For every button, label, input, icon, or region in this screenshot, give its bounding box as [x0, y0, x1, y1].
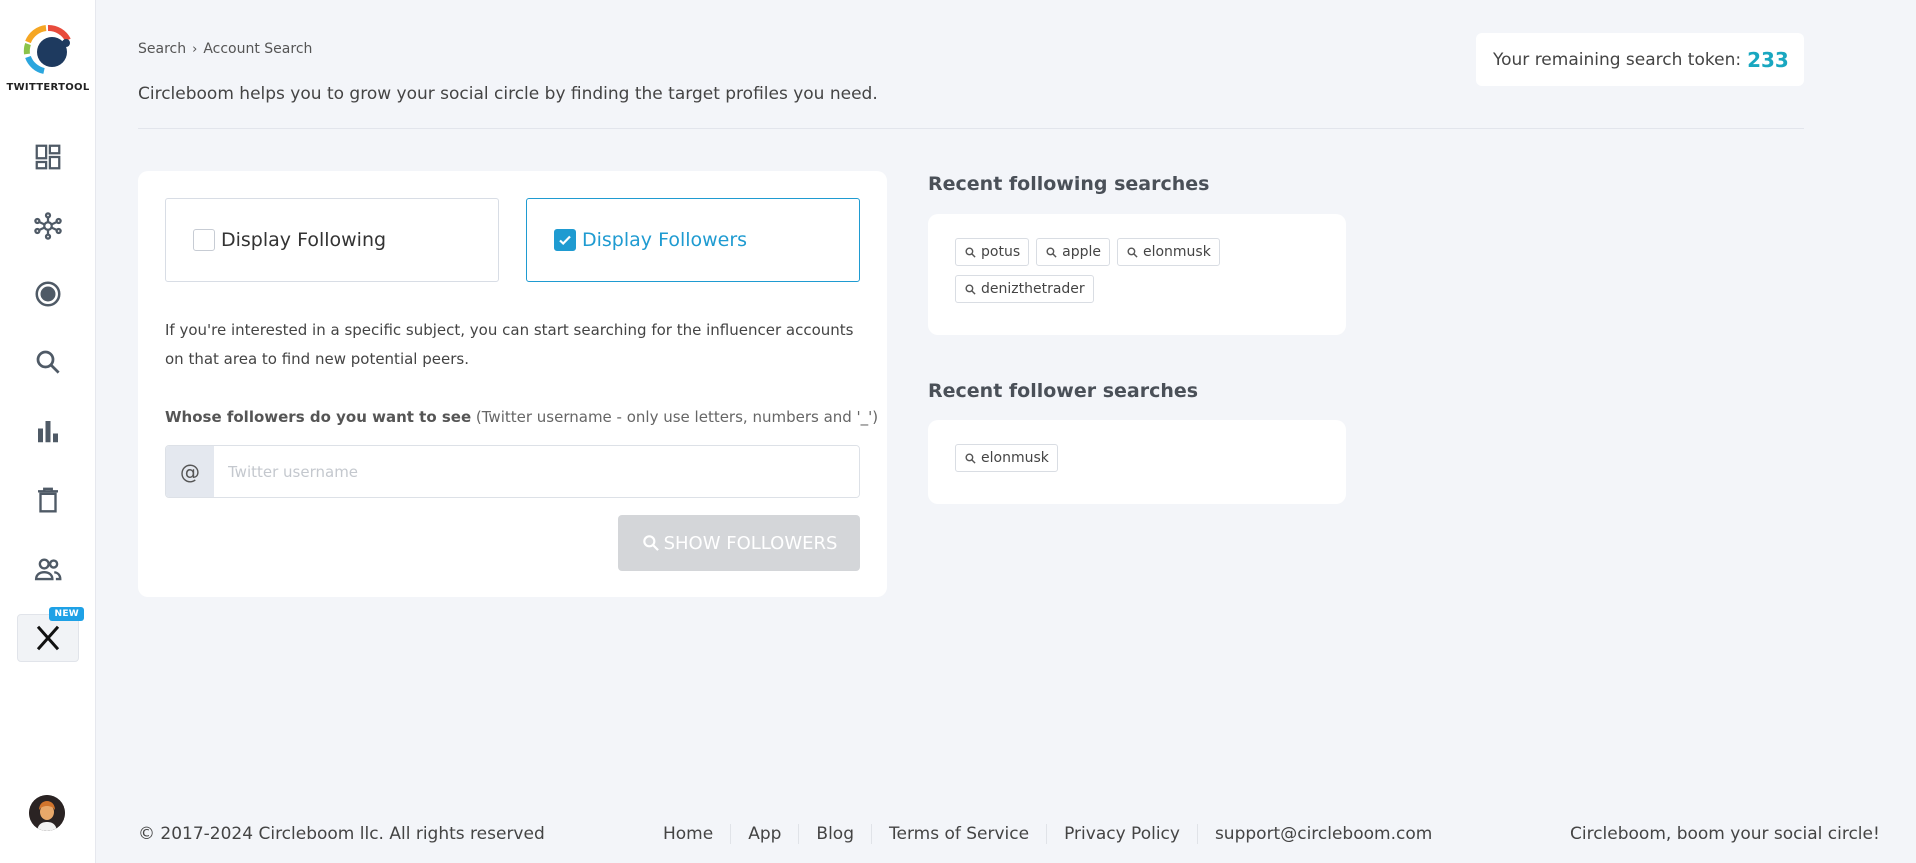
search-icon — [36, 350, 60, 374]
show-followers-label: SHOW FOLLOWERS — [663, 532, 838, 554]
search-icon — [965, 246, 976, 258]
nav-search[interactable] — [17, 338, 79, 386]
chip-label: elonmusk — [1142, 244, 1211, 260]
token-label: Your remaining search token: — [1493, 49, 1742, 70]
user-avatar-icon — [29, 795, 65, 831]
hub-network-icon — [34, 212, 62, 240]
footer-links: Home App Blog Terms of Service Privacy P… — [646, 824, 1449, 844]
header-divider — [138, 128, 1804, 129]
footer-link-support-email[interactable]: support@circleboom.com — [1196, 824, 1449, 844]
footer-slogan: Circleboom, boom your social circle! — [1570, 824, 1880, 844]
nav-users[interactable] — [17, 545, 79, 593]
nav-analytics[interactable] — [17, 407, 79, 455]
display-followers-label: Display Followers — [582, 229, 748, 251]
search-icon — [642, 535, 659, 551]
search-icon — [1127, 246, 1138, 258]
display-following-label: Display Following — [221, 229, 387, 251]
at-prefix: @ — [166, 446, 214, 497]
breadcrumb-current: Account Search — [203, 41, 313, 57]
footer-link-app[interactable]: App — [730, 824, 798, 844]
nav-target[interactable] — [17, 270, 79, 318]
nav-dashboard[interactable] — [17, 133, 79, 181]
recent-following-chip[interactable]: denizthetrader — [955, 275, 1094, 303]
chip-label: denizthetrader — [981, 281, 1085, 297]
circleboom-logo-icon — [23, 25, 71, 74]
footer-link-home[interactable]: Home — [646, 824, 730, 844]
dashboard-icon — [35, 144, 61, 170]
sidebar: TWITTERTOOL NEW — [0, 0, 96, 863]
search-icon — [1046, 246, 1057, 258]
checkmark-icon — [559, 235, 571, 246]
footer-link-terms[interactable]: Terms of Service — [871, 824, 1046, 844]
recent-following-chip[interactable]: elonmusk — [1116, 238, 1220, 266]
search-token-box: Your remaining search token: 233 — [1476, 33, 1804, 86]
display-following-option[interactable]: Display Following — [165, 198, 499, 282]
username-input[interactable] — [214, 446, 859, 497]
recent-following-title: Recent following searches — [928, 173, 1210, 195]
page-tagline: Circleboom helps you to grow your social… — [138, 84, 878, 104]
target-circle-icon — [35, 281, 61, 307]
nav-delete[interactable] — [17, 476, 79, 524]
breadcrumb-search[interactable]: Search — [138, 41, 186, 57]
avatar[interactable] — [29, 795, 65, 831]
copyright-text: © 2017-2024 Circleboom llc. All rights r… — [138, 824, 545, 844]
recent-followers-title: Recent follower searches — [928, 380, 1199, 402]
recent-followers-list: elonmusk — [928, 420, 1346, 504]
brand-name: TWITTERTOOL — [6, 82, 90, 93]
x-logo-icon — [36, 625, 60, 651]
chip-label: elonmusk — [981, 450, 1049, 466]
nav-x[interactable]: NEW — [17, 607, 84, 662]
info-text: If you're interested in a specific subje… — [165, 321, 854, 368]
recent-following-chip[interactable]: apple — [1036, 238, 1110, 266]
people-icon — [34, 558, 62, 581]
chevron-right-icon: › — [192, 41, 198, 57]
username-input-group: @ — [165, 445, 860, 498]
recent-following-list: potus apple elonmusk denizthetrader — [928, 214, 1346, 335]
recent-following-chip[interactable]: potus — [955, 238, 1030, 266]
search-icon — [965, 452, 976, 464]
search-icon — [965, 283, 976, 295]
nav-circle[interactable] — [17, 202, 79, 250]
field-label-hint: (Twitter username - only use letters, nu… — [471, 408, 879, 426]
breadcrumb: Search › Account Search — [138, 41, 312, 57]
followers-checkbox[interactable] — [554, 229, 576, 251]
trash-icon — [38, 487, 58, 513]
logo[interactable]: TWITTERTOOL — [0, 24, 96, 93]
following-checkbox[interactable] — [193, 229, 215, 251]
username-field-label: Whose followers do you want to see (Twit… — [165, 408, 878, 426]
search-card: Display Following Display Followers If y… — [138, 171, 887, 597]
chip-label: potus — [981, 244, 1021, 260]
token-value: 233 — [1747, 47, 1789, 72]
display-followers-option[interactable]: Display Followers — [526, 198, 860, 282]
recent-follower-chip[interactable]: elonmusk — [955, 444, 1058, 472]
footer-link-blog[interactable]: Blog — [798, 824, 871, 844]
show-followers-button[interactable]: SHOW FOLLOWERS — [618, 515, 860, 571]
new-badge: NEW — [49, 607, 84, 621]
chip-label: apple — [1062, 244, 1101, 260]
field-label-bold: Whose followers do you want to see — [165, 408, 472, 426]
footer-link-privacy[interactable]: Privacy Policy — [1046, 824, 1197, 844]
bar-chart-icon — [38, 421, 58, 443]
